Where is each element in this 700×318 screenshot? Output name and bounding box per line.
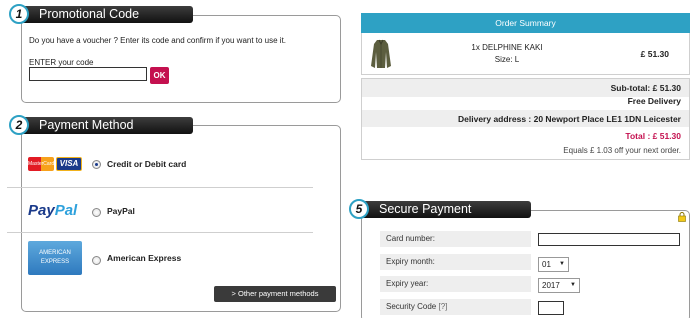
security-code-help-link[interactable]: [?] bbox=[438, 302, 447, 311]
paypal-logo-text-2: Pal bbox=[54, 202, 78, 219]
promo-ok-button[interactable]: OK bbox=[150, 67, 169, 84]
amex-logo-text-2: EXPRESS bbox=[40, 259, 70, 265]
chevron-down-icon: ▼ bbox=[570, 282, 576, 288]
visa-logo: VISA bbox=[56, 157, 82, 171]
chevron-down-icon: ▼ bbox=[559, 261, 565, 267]
security-code-input[interactable] bbox=[538, 301, 564, 315]
paypal-radio[interactable] bbox=[92, 208, 101, 217]
mastercard-logo: MasterCard bbox=[28, 157, 54, 171]
paypal-option-label: PayPal bbox=[107, 206, 135, 216]
promo-enter-label: ENTER your code bbox=[29, 58, 94, 67]
card-radio[interactable] bbox=[92, 160, 101, 169]
security-code-label: Security Code [?] bbox=[380, 299, 531, 315]
delivery-status: Free Delivery bbox=[627, 96, 681, 106]
expiry-month-value: 01 bbox=[542, 260, 551, 269]
paypal-logo: PayPal bbox=[28, 202, 77, 219]
card-option-label: Credit or Debit card bbox=[107, 159, 187, 169]
promo-title: Promotional Code bbox=[39, 7, 140, 21]
step-number-badge: 1 bbox=[9, 4, 29, 24]
amex-option-label: American Express bbox=[107, 253, 182, 263]
amex-logo-text-1: AMERICAN bbox=[39, 250, 71, 256]
security-code-label-text: Security Code bbox=[386, 302, 437, 311]
card-number-label: Card number: bbox=[380, 231, 531, 247]
subtotal: Sub-total: £ 51.30 bbox=[610, 83, 681, 93]
lock-icon bbox=[678, 212, 686, 222]
payment-step-tab: 2 Payment Method bbox=[9, 115, 193, 135]
promo-description: Do you have a voucher ? Enter its code a… bbox=[29, 36, 287, 45]
order-summary-header: Order Summary bbox=[361, 13, 690, 33]
amex-logo: AMERICAN EXPRESS bbox=[28, 241, 82, 275]
card-number-input[interactable] bbox=[538, 233, 680, 246]
order-total: Total : £ 51.30 bbox=[625, 131, 681, 141]
amex-radio[interactable] bbox=[92, 256, 101, 265]
item-size: Size: L bbox=[494, 55, 520, 64]
promo-code-input[interactable] bbox=[29, 67, 147, 81]
delivery-address: Delivery address : 20 Newport Place LE1 … bbox=[458, 114, 681, 124]
expiry-year-label: Expiry year: bbox=[380, 276, 531, 292]
item-price: £ 51.30 bbox=[640, 49, 669, 59]
paypal-logo-text-1: Pay bbox=[28, 202, 55, 219]
payment-title: Payment Method bbox=[39, 118, 134, 132]
reward-note: Equals £ 1.03 off your next order. bbox=[563, 146, 681, 155]
secure-title: Secure Payment bbox=[379, 202, 472, 216]
expiry-year-select[interactable]: 2017 ▼ bbox=[538, 278, 580, 293]
expiry-month-select[interactable]: 01 ▼ bbox=[538, 257, 569, 272]
step-number-badge: 5 bbox=[349, 199, 369, 219]
step-number-badge: 2 bbox=[9, 115, 29, 135]
order-totals: Sub-total: £ 51.30 Free Delivery Deliver… bbox=[361, 78, 690, 160]
secure-step-tab: 5 Secure Payment bbox=[349, 199, 531, 219]
expiry-month-label: Expiry month: bbox=[380, 254, 531, 270]
expiry-year-value: 2017 bbox=[542, 281, 560, 290]
item-name: 1x DELPHINE KAKI bbox=[471, 43, 543, 52]
order-item-row: 1x DELPHINE KAKI Size: L £ 51.30 bbox=[361, 33, 690, 75]
promo-step-tab: 1 Promotional Code bbox=[9, 4, 193, 24]
other-payment-methods-button[interactable]: > Other payment methods bbox=[214, 286, 336, 302]
